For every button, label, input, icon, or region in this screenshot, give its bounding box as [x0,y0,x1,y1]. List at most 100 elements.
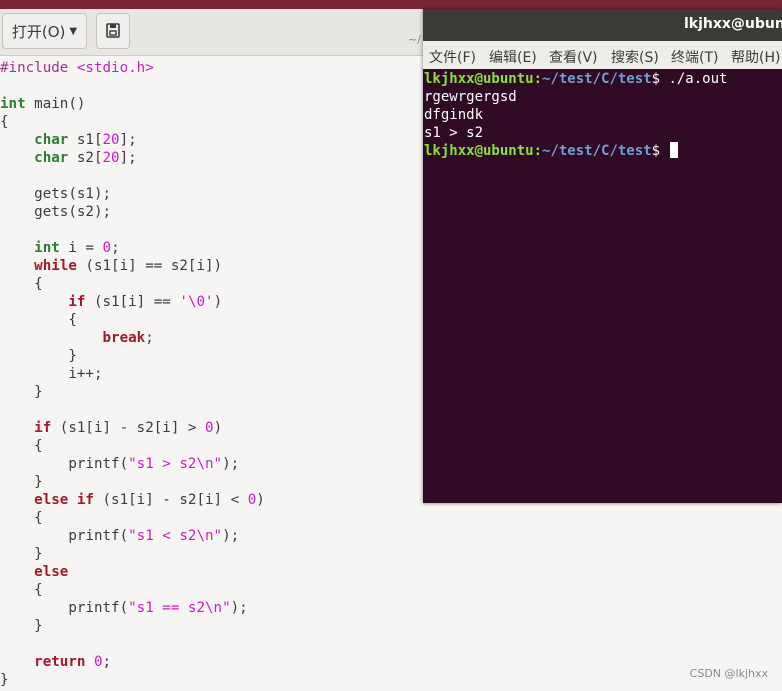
menu-edit[interactable]: 编辑(E) [489,47,537,67]
code-token: int [0,96,26,112]
code-token: } [0,672,9,688]
menu-search[interactable]: 搜索(S) [611,47,659,67]
save-icon [106,23,120,38]
code-token: s2[ [68,150,103,166]
code-token: '\0' [179,294,214,310]
terminal-command: ./a.out [668,71,728,87]
code-line: #include <stdio.h> [0,59,154,77]
terminal-output[interactable]: lkjhxx@ubuntu:~/test/C/test$ ./a.out rge… [423,69,782,503]
code-line: } [0,383,43,401]
code-line: gets(s2); [0,203,111,221]
code-line: if (s1[i] == '\0') [0,293,222,311]
code-token: ; [145,330,154,346]
terminal-prompt-line: lkjhxx@ubuntu:~/test/C/test$ ./a.out [424,71,728,87]
code-token: ; [102,654,112,670]
prompt-user-host: lkjhxx@ubuntu [424,71,534,87]
code-token: int [34,240,60,256]
code-token: 0 [93,654,103,670]
code-token: 0 [205,420,214,436]
code-token: gets(s1); [0,186,112,202]
code-line: if (s1[i] - s2[i] > 0) [0,419,222,437]
code-token: } [0,546,43,562]
code-line: } [0,671,9,689]
code-token: printf( [0,528,129,544]
code-line: int main() [0,95,85,113]
code-token: ); [230,600,248,616]
terminal-prompt-line: lkjhxx@ubuntu:~/test/C/test$ [424,142,679,160]
code-token: <stdio.h> [76,60,154,76]
terminal-window[interactable]: lkjhxx@ubunt 文件(F) 编辑(E) 查看(V) 搜索(S) 终端(… [423,9,782,503]
terminal-output-line: rgewrgergsd [424,89,517,105]
prompt-path: ~/test/C/test [542,71,652,87]
watermark: CSDN @lkjhxx [689,667,768,680]
code-token: i++; [0,366,103,382]
code-line: i++; [0,365,103,383]
menu-view[interactable]: 查看(V) [549,47,598,67]
code-token: else if [34,492,94,508]
code-token: { [0,582,43,598]
terminal-output-line: s1 > s2 [424,125,484,141]
save-button[interactable] [96,13,130,49]
menu-help[interactable]: 帮助(H) [731,47,780,67]
code-token: while [34,258,77,274]
code-line: { [0,509,43,527]
code-line: printf("s1 == s2\n"); [0,599,248,617]
code-token: ]; [119,132,137,148]
code-token: break [102,330,146,346]
open-button-label: 打开(O) [11,22,66,41]
terminal-menubar: 文件(F) 编辑(E) 查看(V) 搜索(S) 终端(T) 帮助(H) [423,41,782,69]
code-token: (s1[i] == [85,294,180,310]
code-token: { [0,114,9,130]
code-line: else if (s1[i] - s2[i] < 0) [0,491,265,509]
code-line: char s1[20]; [0,131,137,149]
code-token: "s1 > s2\n" [128,456,223,472]
terminal-titlebar[interactable]: lkjhxx@ubunt [423,9,782,41]
code-token: { [0,276,43,292]
code-token: char [34,150,69,166]
code-token: "s1 < s2\n" [128,528,223,544]
prompt-path: ~/test/C/test [542,143,652,159]
menu-terminal[interactable]: 终端(T) [671,47,718,67]
code-token: ) [213,420,223,436]
code-token: ; [111,240,120,256]
code-line: } [0,545,43,563]
window-top-strip [0,0,782,9]
code-token: 0 [247,492,257,508]
code-token: char [34,132,69,148]
code-token: gets(s2); [0,204,112,220]
code-token: 0 [102,240,112,256]
code-token: "s1 == s2\n" [128,600,231,616]
menu-file[interactable]: 文件(F) [429,47,476,67]
code-line: else [0,563,68,581]
code-token: { [0,312,77,328]
prompt-user-host: lkjhxx@ubuntu [424,143,534,159]
code-line: while (s1[i] == s2[i]) [0,257,222,275]
code-line: char s2[20]; [0,149,137,167]
code-line: { [0,275,43,293]
code-token: printf( [0,600,129,616]
terminal-output-line: dfgindk [424,107,484,123]
code-line: { [0,581,43,599]
code-line: { [0,311,77,329]
code-line: printf("s1 > s2\n"); [0,455,239,473]
code-token: (s1[i] == s2[i]) [76,258,223,274]
code-line: } [0,347,77,365]
open-button[interactable]: 打开(O) ▼ [2,13,87,49]
code-token: main() [25,96,86,112]
code-token: { [0,510,43,526]
code-token: (s1[i] - s2[i] < [93,492,248,508]
code-token: s1[ [68,132,103,148]
code-token: { [0,438,43,454]
code-token: else [34,564,69,580]
code-token: ) [213,294,223,310]
code-line: int i = 0; [0,239,120,257]
code-token: printf( [0,456,129,472]
code-line: } [0,617,43,635]
code-token: } [0,474,43,490]
